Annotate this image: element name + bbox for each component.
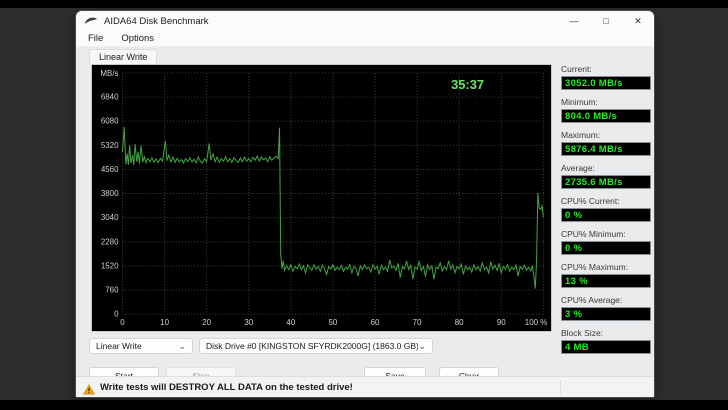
stat-cpu-current-label: CPU% Current: (561, 196, 620, 206)
x-tick-label: 100 % (525, 318, 548, 327)
y-tick-label: 1520 (101, 261, 119, 270)
statusbar-divider (560, 380, 561, 394)
benchmark-chart: 0 760 1520 2280 3040 3800 4560 5320 6080 6840 MB/s… (91, 64, 552, 332)
y-tick-label: 760 (105, 285, 119, 294)
aida64-app-icon (84, 15, 98, 27)
stat-minimum-label: Minimum: (561, 97, 598, 107)
stat-cpu-minimum-label: CPU% Minimum: (561, 229, 626, 239)
x-tick-label: 30 (244, 318, 253, 327)
x-tick-label: 90 (497, 318, 506, 327)
stat-cpu-current: CPU% Current: 0 % (561, 196, 651, 222)
client-area: Linear Write 0 760 1520 2280 3040 3800 4560 532… (76, 47, 654, 384)
chevron-down-icon: ⌄ (418, 341, 426, 351)
stat-cpu-current-value: 0 % (561, 208, 651, 222)
stat-block-size-value: 4 MB (561, 340, 651, 354)
stat-minimum: Minimum: 804.0 MB/s (561, 97, 651, 123)
menu-file[interactable]: File (88, 33, 103, 44)
stat-maximum-label: Maximum: (561, 130, 601, 140)
x-tick-label: 40 (286, 318, 295, 327)
stat-block-size: Block Size: 4 MB (561, 328, 651, 354)
elapsed-time: 35:37 (451, 77, 484, 92)
x-tick-label: 0 (120, 318, 125, 327)
stats-panel: Current: 3052.0 MB/s Minimum: 804.0 MB/s Max… (561, 64, 651, 361)
drive-value: Disk Drive #0 [KINGSTON SFYRDK2000G] (18… (206, 341, 419, 351)
y-tick-label: 4560 (101, 165, 119, 174)
stat-cpu-maximum-value: 13 % (561, 274, 651, 288)
stat-current: Current: 3052.0 MB/s (561, 64, 651, 90)
stat-cpu-minimum-value: 0 % (561, 241, 651, 255)
test-type-value: Linear Write (96, 341, 142, 351)
x-tick-label: 80 (455, 318, 464, 327)
stat-minimum-value: 804.0 MB/s (561, 109, 651, 123)
y-tick-label: 3800 (101, 189, 119, 198)
menu-options[interactable]: Options (121, 33, 154, 44)
warning-text: Write tests will DESTROY ALL DATA on the… (100, 381, 353, 393)
y-tick-label: 5320 (101, 141, 119, 150)
stat-cpu-maximum: CPU% Maximum: 13 % (561, 262, 651, 288)
y-tick-label: 6840 (101, 93, 119, 102)
stat-current-value: 3052.0 MB/s (561, 76, 651, 90)
y-tick-label: 0 (114, 310, 119, 319)
minimize-button[interactable]: — (558, 11, 590, 31)
window-title: AIDA64 Disk Benchmark (104, 15, 209, 27)
x-tick-label: 10 (160, 318, 169, 327)
y-tick-label: 3040 (101, 213, 119, 222)
stat-average-label: Average: (561, 163, 595, 173)
chart-svg: 076015202280304038004560532060806840MB/s… (100, 69, 547, 327)
chart-grid (122, 72, 544, 315)
x-tick-label: 60 (371, 318, 380, 327)
x-tick-label: 20 (202, 318, 211, 327)
stat-cpu-average-value: 3 % (561, 307, 651, 321)
letterbox-top (0, 0, 728, 8)
maximize-button[interactable]: □ (590, 11, 622, 31)
close-button[interactable]: ✕ (622, 11, 654, 31)
chart-axis-labels: 076015202280304038004560532060806840MB/s… (100, 69, 547, 327)
stat-cpu-maximum-label: CPU% Maximum: (561, 262, 629, 272)
y-axis-title: MB/s (100, 69, 118, 78)
x-tick-label: 70 (413, 318, 422, 327)
stat-block-size-label: Block Size: (561, 328, 604, 338)
tab-linear-write[interactable]: Linear Write (89, 49, 158, 64)
stat-maximum: Maximum: 5876.4 MB/s (561, 130, 651, 156)
stat-cpu-average: CPU% Average: 3 % (561, 295, 651, 321)
aida64-disk-benchmark-window: AIDA64 Disk Benchmark — □ ✕ File Options… (75, 10, 655, 398)
menu-bar: File Options (76, 31, 654, 47)
stat-average: Average: 2735.6 MB/s (561, 163, 651, 189)
test-type-select[interactable]: Linear Write ⌄ (89, 338, 193, 354)
stat-cpu-average-label: CPU% Average: (561, 295, 623, 305)
status-bar: Write tests will DESTROY ALL DATA on the… (76, 376, 654, 397)
title-bar: AIDA64 Disk Benchmark — □ ✕ (76, 11, 654, 31)
y-tick-label: 6080 (101, 117, 119, 126)
warning-icon (82, 382, 96, 394)
stat-current-label: Current: (561, 64, 592, 74)
drive-select[interactable]: Disk Drive #0 [KINGSTON SFYRDK2000G] (18… (199, 338, 433, 354)
stat-cpu-minimum: CPU% Minimum: 0 % (561, 229, 651, 255)
stat-average-value: 2735.6 MB/s (561, 175, 651, 189)
stat-maximum-value: 5876.4 MB/s (561, 142, 651, 156)
chevron-down-icon: ⌄ (178, 341, 186, 351)
x-tick-label: 50 (328, 318, 337, 327)
window-controls: — □ ✕ (558, 11, 654, 31)
letterbox-bottom (0, 400, 728, 410)
y-tick-label: 2280 (101, 237, 119, 246)
